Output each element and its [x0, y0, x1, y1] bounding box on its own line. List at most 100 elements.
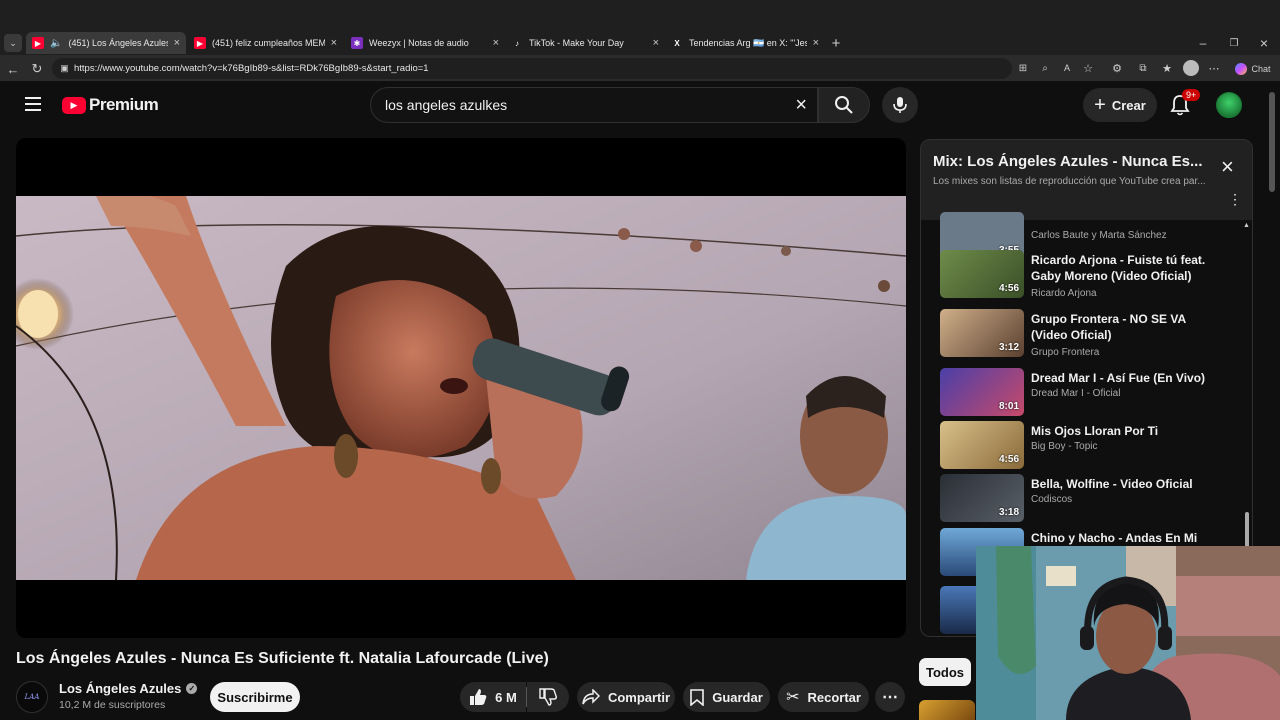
- tab-x-tendencias[interactable]: X Tendencias Arg 🇦🇷 en X: "'Jesús' l ×: [665, 32, 825, 54]
- tab-youtube-los-angeles[interactable]: ▶ 🔈 (451) Los Ángeles Azules - N ×: [26, 32, 186, 54]
- account-avatar[interactable]: [1216, 92, 1242, 118]
- playlist-menu-icon[interactable]: ⋮: [1228, 192, 1242, 206]
- channel-logo-icon: LAA: [24, 693, 40, 701]
- page-scrollbar[interactable]: [1269, 92, 1275, 192]
- apps-icon[interactable]: ⊞: [1016, 61, 1030, 75]
- video-thumbnail: 8:01: [940, 368, 1024, 416]
- playlist-item[interactable]: 8:01 Dread Mar I - Así Fue (En Vivo) Dre…: [940, 368, 1240, 416]
- speaker-icon[interactable]: 🔈: [50, 38, 62, 49]
- microphone-icon: [893, 97, 907, 113]
- tab-list-chevron-icon[interactable]: ⌄: [4, 34, 22, 52]
- close-tab-icon[interactable]: ×: [493, 37, 499, 49]
- close-tab-icon[interactable]: ×: [653, 37, 659, 49]
- youtube-play-icon: ▶: [62, 96, 86, 114]
- more-menu-icon[interactable]: ⋯: [1207, 61, 1221, 75]
- tab-title: Weezyx | Notas de audio: [369, 38, 469, 48]
- close-tab-icon[interactable]: ×: [174, 37, 180, 49]
- subscribe-label: Suscribirme: [217, 689, 293, 705]
- video-player[interactable]: [16, 138, 906, 638]
- copilot-icon: [1235, 62, 1248, 75]
- youtube-logo[interactable]: ▶ Premium: [62, 95, 159, 115]
- back-icon[interactable]: ←: [4, 60, 22, 78]
- channel-name: Grupo Frontera: [1031, 347, 1100, 358]
- more-actions-button[interactable]: ⋯: [875, 682, 905, 712]
- search-button[interactable]: [818, 87, 870, 123]
- favorites-icon[interactable]: ★: [1160, 61, 1174, 75]
- copilot-label: Chat: [1251, 63, 1271, 74]
- playlist-title[interactable]: Mix: Los Ángeles Azules - Nunca Es...: [933, 153, 1213, 170]
- video-thumbnail: 3:18: [940, 474, 1024, 522]
- weezyx-icon: ✱: [351, 37, 363, 49]
- channel-name[interactable]: Los Ángeles Azules ✓: [59, 681, 198, 696]
- subscriber-count: 10,2 M de suscriptores: [59, 699, 166, 711]
- subscribe-button[interactable]: Suscribirme: [210, 682, 300, 712]
- playlist-item-title: Bella, Wolfine - Video Oficial: [1031, 477, 1193, 491]
- site-info-icon[interactable]: ▣: [59, 63, 70, 74]
- browser-address-bar: ← ↻ ▣ https://www.youtube.com/watch?v=k7…: [0, 55, 1280, 82]
- playlist-item[interactable]: 3:12 Grupo Frontera - NO SE VA (Video Of…: [940, 309, 1240, 358]
- tab-weezyx[interactable]: ✱ Weezyx | Notas de audio ×: [345, 32, 505, 54]
- plus-icon: +: [1094, 93, 1106, 116]
- playlist-scrollbar[interactable]: ▲: [1243, 222, 1250, 552]
- duration-badge: 3:12: [998, 342, 1019, 353]
- favorite-star-icon[interactable]: ☆: [1081, 61, 1095, 75]
- save-button[interactable]: Guardar: [683, 682, 770, 712]
- clear-search-icon[interactable]: ×: [795, 94, 807, 117]
- close-tab-icon[interactable]: ×: [331, 37, 337, 49]
- url-text: https://www.youtube.com/watch?v=k76BgIb8…: [74, 63, 429, 74]
- menu-hamburger-icon[interactable]: [25, 97, 41, 111]
- channel-avatar[interactable]: LAA: [16, 681, 48, 713]
- next-video-thumbnail[interactable]: [919, 700, 975, 720]
- create-button[interactable]: + Crear: [1083, 88, 1157, 122]
- playlist-item[interactable]: 4:56 Mis Ojos Lloran Por Ti Big Boy - To…: [940, 421, 1240, 469]
- channel-name: Dread Mar I - Oficial: [1031, 388, 1121, 399]
- close-tab-icon[interactable]: ×: [813, 37, 819, 49]
- profile-avatar[interactable]: [1183, 60, 1199, 76]
- youtube-icon: ▶: [32, 37, 44, 49]
- copilot-chat-button[interactable]: Chat: [1231, 60, 1275, 77]
- save-label: Guardar: [712, 689, 763, 705]
- webcam-overlay: [976, 546, 1280, 720]
- url-field[interactable]: ▣ https://www.youtube.com/watch?v=k76BgI…: [52, 58, 1012, 79]
- read-aloud-icon[interactable]: A: [1060, 61, 1074, 75]
- tab-youtube-cumpleanos[interactable]: ▶ (451) feliz cumpleaños MEME - Yo ×: [188, 32, 343, 54]
- minimize-icon[interactable]: –: [1195, 35, 1211, 51]
- clip-label: Recortar: [807, 689, 861, 705]
- playlist-header: Mix: Los Ángeles Azules - Nunca Es... Lo…: [921, 140, 1252, 220]
- video-frame: [16, 196, 906, 580]
- search-input[interactable]: los angeles azulkes ×: [370, 87, 818, 123]
- reload-icon[interactable]: ↻: [28, 60, 46, 78]
- share-arrow-icon: [582, 689, 600, 705]
- clip-button[interactable]: ✂ Recortar: [778, 682, 869, 712]
- video-thumbnail: 4:56: [940, 250, 1024, 298]
- split-screen-icon[interactable]: ⧉: [1136, 61, 1150, 75]
- close-window-icon[interactable]: ×: [1256, 35, 1272, 51]
- scroll-up-arrow-icon[interactable]: ▲: [1243, 222, 1250, 229]
- thumbs-up-icon: [470, 689, 487, 705]
- playlist-item[interactable]: 4:56 Ricardo Arjona - Fuiste tú feat. Ga…: [940, 250, 1240, 299]
- extensions-icon[interactable]: ⚙: [1110, 61, 1124, 75]
- chip-label: Todos: [925, 664, 965, 680]
- youtube-icon: ▶: [194, 37, 206, 49]
- x-icon: X: [674, 38, 680, 48]
- notifications-bell-icon[interactable]: 9+: [1170, 89, 1201, 118]
- share-label: Compartir: [607, 689, 671, 705]
- restore-icon[interactable]: ❐: [1226, 35, 1242, 51]
- playlist-item[interactable]: 3:18 Bella, Wolfine - Video Oficial Codi…: [940, 474, 1240, 522]
- scroll-thumb[interactable]: [1245, 512, 1249, 548]
- voice-search-button[interactable]: [882, 87, 918, 123]
- tab-title: Tendencias Arg 🇦🇷 en X: "'Jesús' l: [689, 37, 807, 48]
- duration-badge: 4:56: [998, 283, 1019, 294]
- tab-tiktok[interactable]: ♪ TikTok - Make Your Day ×: [505, 32, 665, 54]
- like-button[interactable]: 6 M: [460, 682, 526, 712]
- playlist-item-title: Grupo Frontera - NO SE VA (Video Oficial…: [1031, 312, 1186, 342]
- share-button[interactable]: Compartir: [577, 682, 675, 712]
- playlist-item-title: Dread Mar I - Así Fue (En Vivo): [1031, 371, 1206, 385]
- new-tab-icon[interactable]: +: [828, 35, 844, 52]
- dislike-button[interactable]: [527, 682, 569, 712]
- filter-chip-all[interactable]: Todos: [919, 658, 971, 686]
- create-label: Crear: [1111, 97, 1146, 113]
- tab-title: (451) Los Ángeles Azules - N: [68, 38, 167, 48]
- zoom-icon[interactable]: ⌕: [1038, 61, 1052, 75]
- close-playlist-icon[interactable]: ×: [1221, 154, 1234, 180]
